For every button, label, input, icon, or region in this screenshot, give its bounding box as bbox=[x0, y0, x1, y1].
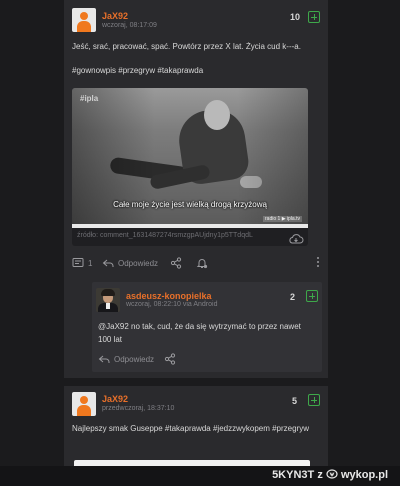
reply-comment: asdeusz-konopielka wczoraj, 08:22:10 via… bbox=[92, 282, 322, 372]
upvote-plus-icon[interactable] bbox=[306, 290, 318, 302]
post-body: Najlepszy smak Guseppe #takaprawda #jedz… bbox=[72, 424, 309, 433]
feed: JaX92 wczoraj, 08:17:09 10 Jeść, srać, p… bbox=[62, 0, 330, 466]
wykop-logo-icon bbox=[326, 469, 338, 479]
comment-icon bbox=[72, 257, 84, 269]
upvote-plus-icon[interactable] bbox=[308, 394, 320, 406]
post-author[interactable]: JaX92 bbox=[102, 394, 128, 404]
bell-off-icon bbox=[196, 257, 208, 269]
comments-button[interactable]: 1 bbox=[72, 257, 92, 269]
reply-arrow-icon bbox=[98, 353, 110, 365]
default-avatar-icon bbox=[77, 12, 91, 32]
post-timestamp[interactable]: przedwczoraj, 18:37:10 bbox=[102, 405, 174, 412]
reply-button[interactable]: Odpowiedz bbox=[98, 353, 154, 365]
vote-count: 2 bbox=[290, 292, 296, 302]
share-icon bbox=[164, 353, 176, 365]
reply-body: @JaX92 no tak, cud, że da się wytrzymać … bbox=[98, 322, 301, 344]
post-card: JaX92 wczoraj, 08:17:09 10 Jeść, srać, p… bbox=[64, 0, 328, 378]
upvote-plus-icon[interactable] bbox=[308, 11, 320, 23]
notifications-button[interactable] bbox=[196, 257, 208, 269]
avatar[interactable] bbox=[72, 8, 96, 32]
avatar[interactable] bbox=[72, 392, 96, 416]
vote-count: 5 bbox=[292, 396, 298, 406]
reply-timestamp[interactable]: wczoraj, 08:22:10 bbox=[126, 301, 181, 308]
post-timestamp[interactable]: wczoraj, 08:17:09 bbox=[102, 22, 157, 29]
footer-user: 5KYN3T bbox=[272, 469, 315, 481]
post-body: Jeść, srać, pracować, spać. Powtórz prze… bbox=[72, 42, 301, 51]
reply-author[interactable]: asdeusz-konopielka bbox=[126, 291, 212, 301]
reply-meta: wczoraj, 08:22:10 via Android bbox=[126, 301, 217, 308]
avatar[interactable] bbox=[96, 288, 120, 312]
share-button[interactable] bbox=[164, 353, 176, 365]
embed-image[interactable]: #ipla Całe moje życie jest wielką drogą … bbox=[72, 88, 308, 228]
comments-count: 1 bbox=[88, 258, 93, 268]
default-avatar-icon bbox=[77, 396, 91, 416]
embed-media[interactable]: #ipla Całe moje życie jest wielką drogą … bbox=[72, 88, 308, 246]
reply-button[interactable]: Odpowiedz bbox=[102, 257, 158, 269]
share-icon bbox=[170, 257, 182, 269]
share-button[interactable] bbox=[170, 257, 182, 269]
footer-brand: 5KYN3T z wykop.pl bbox=[272, 469, 388, 481]
embed-subtitle: Całe moje życie jest wielką drogą krzyżo… bbox=[113, 200, 267, 209]
watermark-footer: 5KYN3T z wykop.pl bbox=[0, 466, 400, 486]
more-options-icon[interactable] bbox=[317, 257, 320, 269]
reply-arrow-icon bbox=[102, 257, 114, 269]
embed-source[interactable]: źródło: comment_1631487274rsmzgpAUjdny1p… bbox=[77, 232, 253, 239]
footer-separator: z bbox=[317, 469, 323, 481]
embed-bottom-bar bbox=[72, 224, 308, 228]
reply-label: Odpowiedz bbox=[118, 258, 159, 268]
vote-count: 10 bbox=[290, 12, 301, 22]
footer-site: wykop.pl bbox=[340, 469, 388, 481]
reply-label: Odpowiedz bbox=[114, 354, 155, 364]
reply-via: via Android bbox=[182, 301, 218, 308]
post-card: JaX92 przedwczoraj, 18:37:10 5 Najlepszy… bbox=[64, 386, 328, 466]
post-tags[interactable]: #gownowpis #przegryw #takaprawda bbox=[72, 64, 322, 77]
embed-logo: #ipla bbox=[80, 94, 99, 103]
embed-watermark: radio 1 ▶ ipla.tv bbox=[263, 216, 302, 222]
cloud-download-icon[interactable] bbox=[288, 231, 304, 244]
post-author[interactable]: JaX92 bbox=[102, 11, 128, 21]
